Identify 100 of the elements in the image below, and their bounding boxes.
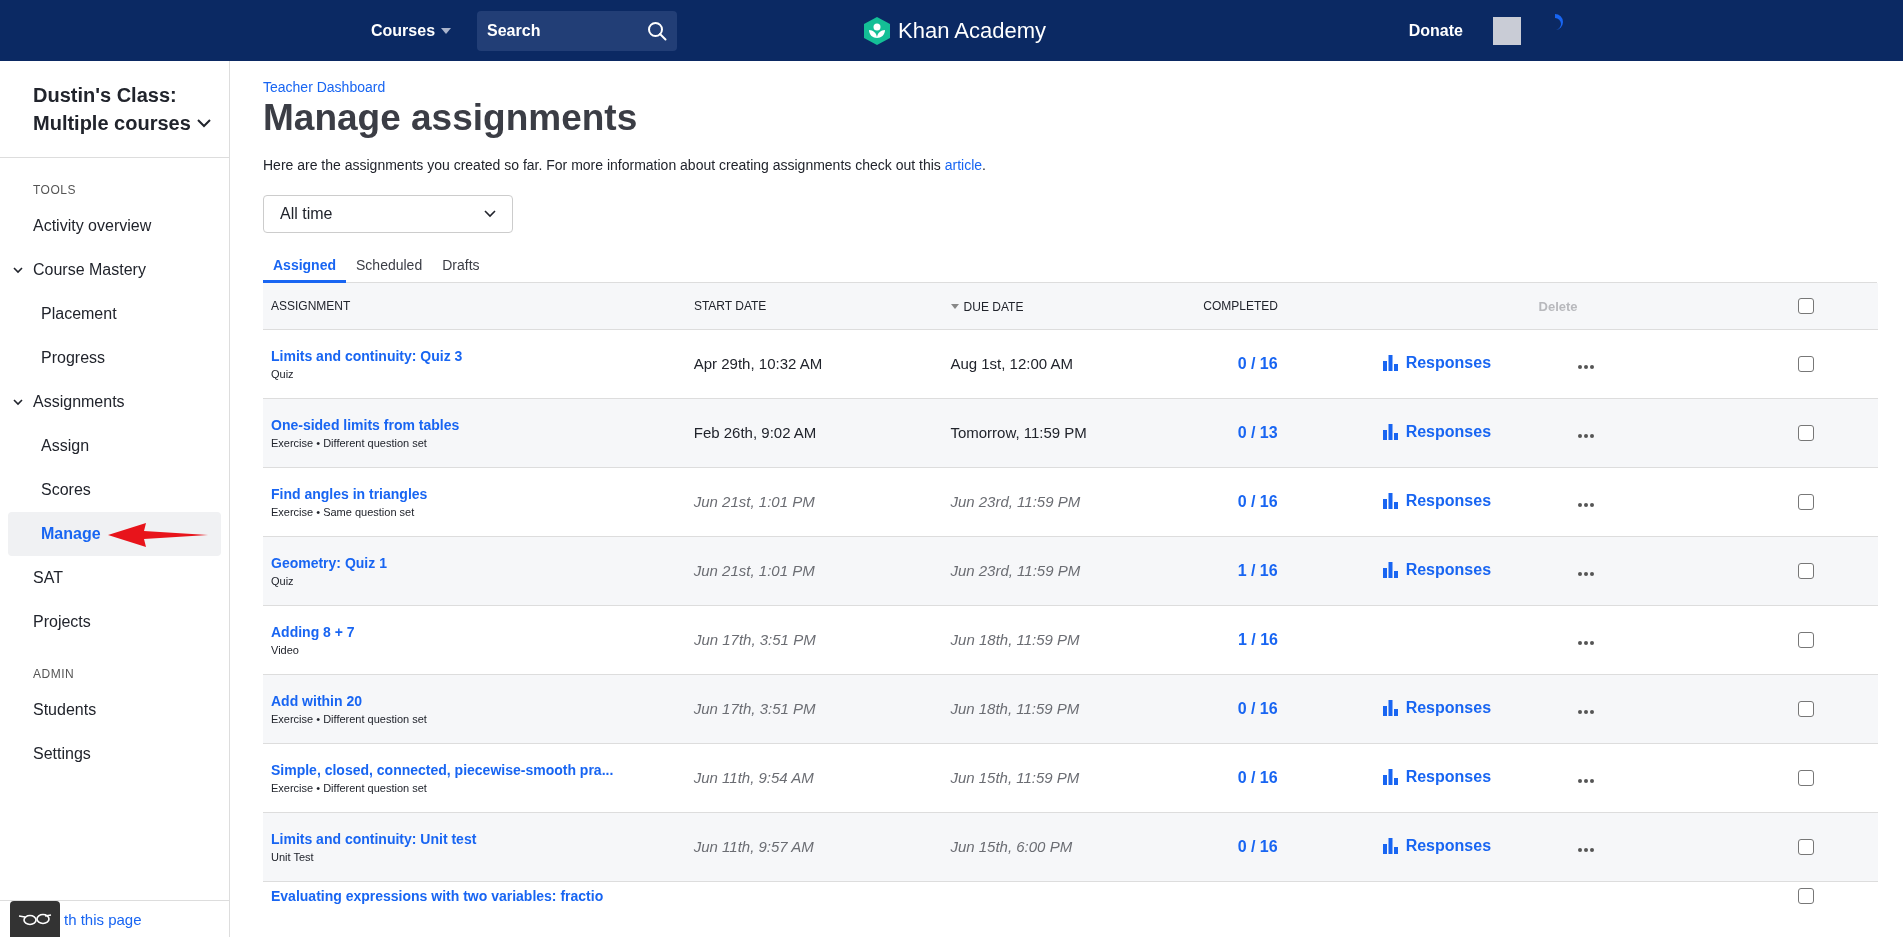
loading-spinner-icon — [1555, 14, 1563, 30]
nav-item[interactable]: Assignments — [0, 380, 229, 424]
assignment-link[interactable]: One-sided limits from tables — [271, 417, 694, 433]
bar-chart-icon — [1382, 561, 1398, 578]
due-date: Jun 15th, 11:59 PM — [950, 769, 1080, 786]
bar-chart-icon — [1382, 837, 1398, 854]
completed-count[interactable]: 0 / 16 — [1237, 700, 1278, 717]
courses-menu[interactable]: Courses — [371, 21, 452, 40]
breadcrumb-link[interactable]: Teacher Dashboard — [263, 79, 1877, 95]
logo-icon — [864, 16, 891, 45]
checkbox[interactable] — [1797, 494, 1814, 510]
nav-item[interactable]: SAT — [0, 556, 229, 600]
bar-chart-icon — [1382, 423, 1398, 440]
assignment-link[interactable]: Limits and continuity: Unit test — [271, 831, 694, 847]
completed-count[interactable]: 0 / 16 — [1237, 493, 1278, 510]
start-date: Jun 21st, 1:01 PM — [693, 562, 815, 579]
column-header: ASSIGNMENT — [270, 299, 352, 313]
due-date: Aug 1st, 12:00 AM — [950, 355, 1073, 372]
responses-link[interactable]: Responses — [1382, 767, 1492, 786]
start-date: Jun 11th, 9:57 AM — [693, 838, 814, 855]
completed-count[interactable]: 0 / 16 — [1237, 355, 1278, 372]
checkbox[interactable] — [1797, 770, 1814, 786]
nav-item[interactable]: Activity overview — [0, 204, 229, 248]
more-icon — [1578, 779, 1595, 783]
checkbox[interactable] — [1797, 563, 1814, 579]
tab[interactable]: Scheduled — [346, 253, 433, 283]
assignment-link[interactable]: Evaluating expressions with two variables: fractio — [271, 888, 694, 904]
assignment-link[interactable]: Simple, closed, connected, piecewise-smooth pra... — [271, 762, 694, 778]
bar-chart-icon — [1382, 354, 1398, 371]
responses-link[interactable]: Responses — [1382, 491, 1492, 510]
nav-item[interactable]: Assign — [0, 424, 229, 468]
checkbox[interactable] — [1797, 839, 1814, 855]
start-date: Jun 11th, 9:54 AM — [693, 769, 814, 786]
checkbox[interactable] — [1797, 701, 1814, 717]
assignment-type: Quiz — [271, 368, 295, 380]
responses-link[interactable]: Responses — [1382, 422, 1492, 441]
class-title[interactable]: Dustin's Class: — [33, 81, 213, 109]
more-icon — [1578, 848, 1595, 852]
completed-count[interactable]: 0 / 13 — [1237, 424, 1278, 441]
responses-link[interactable]: Responses — [1382, 698, 1492, 717]
nav-item[interactable]: Students — [0, 688, 229, 732]
time-filter-dropdown[interactable]: All time — [263, 195, 513, 233]
page-title: Manage assignments — [263, 97, 639, 139]
more-icon — [1578, 641, 1595, 645]
bar-chart-icon — [1382, 699, 1398, 716]
completed-count[interactable]: 0 / 16 — [1237, 769, 1278, 786]
bar-chart-icon — [1382, 492, 1398, 509]
logo-text[interactable]: Khan Academy — [898, 17, 1046, 44]
nav-item[interactable]: Scores — [0, 468, 229, 512]
due-date: Jun 18th, 11:59 PM — [950, 631, 1080, 648]
checkbox[interactable] — [1797, 632, 1814, 648]
checkbox[interactable] — [1797, 356, 1814, 372]
due-date: Jun 15th, 6:00 PM — [950, 838, 1073, 855]
nav-item[interactable]: Placement — [0, 292, 229, 336]
column-header: COMPLETED — [1202, 299, 1278, 313]
more-icon — [1578, 572, 1595, 576]
checkbox[interactable] — [1797, 425, 1814, 441]
nav-item[interactable]: Settings — [0, 732, 229, 776]
assignment-link[interactable]: Adding 8 + 7 — [271, 624, 694, 640]
search-field[interactable]: Search — [477, 10, 678, 51]
assignment-type: Video — [271, 644, 300, 656]
more-icon — [1578, 434, 1595, 438]
completed-count[interactable]: 1 / 16 — [1237, 631, 1278, 648]
checkbox[interactable] — [1797, 298, 1814, 314]
checkbox[interactable] — [1797, 888, 1814, 904]
avatar[interactable] — [1493, 16, 1521, 45]
assignment-link[interactable]: Geometry: Quiz 1 — [271, 555, 694, 571]
search-icon — [647, 20, 668, 41]
help-link[interactable]: th this page — [64, 910, 142, 928]
assignment-type: Quiz — [271, 575, 295, 587]
nav-item[interactable]: Progress — [0, 336, 229, 380]
nav-item[interactable]: Projects — [0, 600, 229, 644]
responses-link[interactable]: Responses — [1382, 353, 1492, 372]
responses-link[interactable]: Responses — [1382, 836, 1492, 855]
chevron-icon — [13, 266, 23, 274]
bar-chart-icon — [1382, 768, 1398, 785]
responses-link[interactable]: Responses — [1382, 560, 1492, 579]
chevron-icon — [13, 398, 23, 406]
chevron-down-icon — [196, 118, 211, 128]
start-date: Feb 26th, 9:02 AM — [693, 424, 817, 441]
section-heading: ADMIN — [32, 666, 76, 683]
accessibility-button[interactable] — [10, 901, 60, 937]
column-header: START DATE — [693, 299, 768, 313]
completed-count[interactable]: 1 / 16 — [1237, 562, 1278, 579]
nav-item[interactable]: Course Mastery — [0, 248, 229, 292]
assignment-link[interactable]: Limits and continuity: Quiz 3 — [271, 348, 694, 364]
donate-link[interactable]: Donate — [1408, 21, 1463, 40]
sort-icon — [950, 304, 959, 310]
article-link[interactable]: article — [944, 157, 983, 173]
class-selector[interactable]: Multiple courses — [33, 109, 191, 137]
column-header[interactable]: DUE DATE — [950, 299, 1024, 314]
glasses-icon — [18, 911, 52, 928]
due-date: Tomorrow, 11:59 PM — [950, 424, 1087, 441]
tab[interactable]: Drafts — [432, 253, 490, 283]
completed-count[interactable]: 0 / 16 — [1237, 838, 1278, 855]
assignment-link[interactable]: Add within 20 — [271, 693, 694, 709]
chevron-down-icon — [484, 210, 496, 218]
nav-item[interactable]: Manage — [8, 512, 221, 556]
assignment-link[interactable]: Find angles in triangles — [271, 486, 694, 502]
caret-icon — [441, 27, 452, 34]
